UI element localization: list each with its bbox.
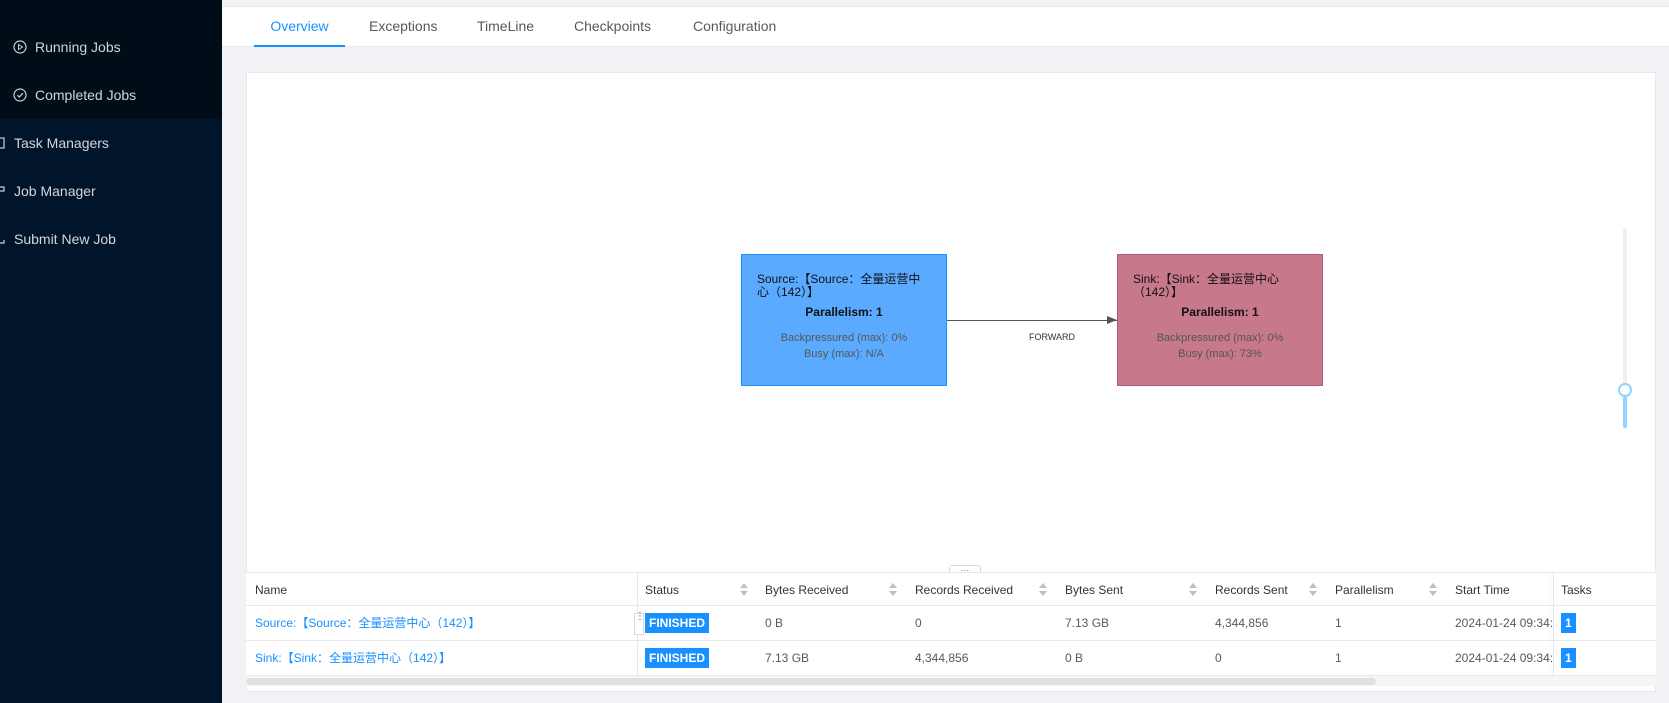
graph-edge [947,320,1117,321]
task-count-badge: 1 [1561,648,1576,668]
col-header-records-received[interactable]: Records Received [915,573,1013,607]
sort-icon[interactable] [1189,583,1197,597]
node-name: Sink:【Sink：全量运营中心（142）】 [1133,272,1280,299]
start-time-cell: 2024-01-24 09:34:3 [1455,651,1554,665]
edge-arrow-icon [1107,316,1117,324]
records-sent-cell: 0 [1215,651,1222,665]
check-circle-icon [13,88,27,102]
bytes-received-cell: 7.13 GB [765,651,810,665]
sidebar-item-label: Running Jobs [35,39,121,55]
node-backpressured: Backpressured (max): 0% [1156,332,1284,344]
zoom-slider-handle[interactable] [1618,383,1632,397]
start-time-cell: 2024-01-24 09:34:3 [1455,616,1554,630]
sidebar-item-label: Job Manager [14,183,96,199]
node-busy: Busy (max): 73% [1178,348,1262,360]
parallelism-cell: 1 [1335,616,1342,630]
sidebar-item-running-jobs[interactable]: Running Jobs [0,27,222,67]
sidebar-item-label: Task Managers [14,135,109,151]
sort-icon[interactable] [1429,583,1437,597]
sort-icon[interactable] [889,583,897,597]
col-header-parallelism[interactable]: Parallelism [1335,573,1394,607]
table-header: Name Status Bytes Received Records Recei… [246,572,1656,606]
col-header-records-sent[interactable]: Records Sent [1215,573,1288,607]
col-header-name[interactable]: Name [255,573,287,607]
node-parallelism: Parallelism: 1 [1181,305,1259,319]
tab-timeline[interactable]: TimeLine [477,7,534,47]
tab-exceptions[interactable]: Exceptions [369,7,437,47]
col-header-bytes-sent[interactable]: Bytes Sent [1065,573,1123,607]
task-count-badge: 1 [1561,613,1576,633]
graph-node-sink[interactable]: Sink:【Sink：全量运营中心（142）】 Parallelism: 1 B… [1117,254,1323,386]
node-parallelism: Parallelism: 1 [805,305,883,319]
sidebar-item-job-manager[interactable]: Job Manager [0,171,222,211]
job-tabs: Overview Exceptions TimeLine Checkpoints… [222,6,1669,47]
zoom-slider-fill [1623,392,1627,428]
upload-icon [0,232,6,246]
vertex-name-link[interactable]: Source:【Source：全量运营中心（142）】 [255,606,625,641]
node-name: Source:【Source：全量运营中心（142）】 [757,272,921,299]
sidebar-top-strip [0,0,222,22]
column-resize-handle[interactable]: ⋮ [634,612,645,635]
parallelism-cell: 1 [1335,651,1342,665]
col-header-bytes-received[interactable]: Bytes Received [765,573,848,607]
status-badge: FINISHED [645,613,710,633]
sidebar-item-label: Completed Jobs [35,87,137,103]
job-manager-icon [0,184,6,198]
sort-icon[interactable] [1039,583,1047,597]
sidebar: Running Jobs Completed Jobs Task Manager… [0,0,222,703]
sidebar-item-completed-jobs[interactable]: Completed Jobs [0,75,222,115]
sidebar-item-submit-new-job[interactable]: Submit New Job [0,219,222,259]
bytes-sent-cell: 0 B [1065,651,1084,665]
play-circle-icon [13,40,27,54]
scrollbar-thumb[interactable] [246,678,1376,685]
records-received-cell: 4,344,856 [915,651,969,665]
edge-label: FORWARD [1029,332,1075,342]
status-badge: FINISHED [645,648,710,668]
bytes-received-cell: 0 B [765,616,784,630]
sort-icon[interactable] [1309,583,1317,597]
node-backpressured: Backpressured (max): 0% [780,332,908,344]
tab-configuration[interactable]: Configuration [693,7,776,47]
task-managers-icon [0,136,6,150]
col-header-start-time[interactable]: Start Time [1455,573,1510,607]
col-header-status[interactable]: Status [645,573,679,607]
sort-icon[interactable] [740,583,748,597]
horizontal-scrollbar[interactable] [246,676,1656,686]
tab-overview[interactable]: Overview [254,7,345,47]
vertex-name-link[interactable]: Sink:【Sink：全量运营中心（142）】 [255,641,625,676]
sidebar-item-task-managers[interactable]: Task Managers [0,123,222,163]
bytes-sent-cell: 7.13 GB [1065,616,1110,630]
records-received-cell: 0 [915,616,922,630]
col-header-tasks[interactable]: Tasks [1561,573,1592,607]
sidebar-item-label: Submit New Job [14,231,116,247]
records-sent-cell: 4,344,856 [1215,616,1269,630]
table-row[interactable]: Sink:【Sink：全量运营中心（142）】 FINISHED 7.13 GB… [246,641,1656,676]
table-row[interactable]: Source:【Source：全量运营中心（142）】 FINISHED 0 B… [246,606,1656,641]
frozen-column-divider [1553,572,1554,676]
node-busy: Busy (max): N/A [803,348,885,360]
graph-node-source[interactable]: Source:【Source：全量运营中心（142）】 Parallelism:… [741,254,947,386]
tab-checkpoints[interactable]: Checkpoints [574,7,651,47]
